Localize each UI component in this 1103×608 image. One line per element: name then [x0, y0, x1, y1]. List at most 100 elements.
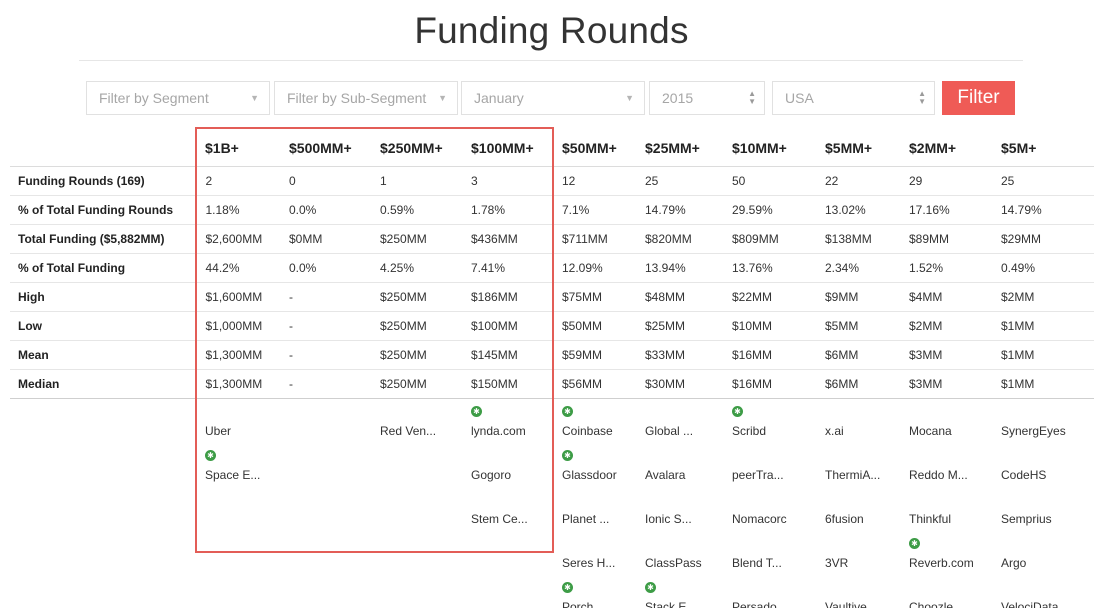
table-cell: $250MM	[370, 340, 461, 370]
company-name-link[interactable]: 3VR	[825, 556, 911, 570]
table-row: Total Funding ($5,882MM) $2,600MM $0MM $…	[10, 224, 1094, 254]
table-cell: $89MM	[899, 224, 991, 254]
row-label: High	[10, 282, 196, 312]
company-entry: x.ai	[825, 402, 911, 446]
table-cell: 0.0%	[279, 195, 370, 225]
company-column: Mocana Reddo M... Thinkful ✱ Reverb.com Chooz…	[909, 402, 995, 608]
company-name-link[interactable]: Argo	[1001, 556, 1087, 570]
company-name-link[interactable]: Nomacorc	[732, 512, 818, 526]
company-entry: Uber	[205, 402, 291, 446]
company-name-link[interactable]: x.ai	[825, 424, 911, 438]
table-cell: $10MM	[722, 311, 815, 341]
company-name-link[interactable]: Vaultive	[825, 600, 911, 608]
filter-bar: Filter by Segment ▼ Filter by Sub-Segmen…	[0, 81, 1103, 117]
company-name-link[interactable]: Ionic S...	[645, 512, 731, 526]
company-name-link[interactable]: peerTra...	[732, 468, 818, 482]
company-name-link[interactable]: Semprius	[1001, 512, 1087, 526]
table-cell: $4MM	[899, 282, 991, 312]
company-column: x.ai ThermiA... 6fusion 3VR Vaultive	[825, 402, 911, 608]
company-name-link[interactable]: Porch	[562, 600, 648, 608]
company-name-link[interactable]: Stem Ce...	[471, 512, 557, 526]
company-name-link[interactable]: Reverb.com	[909, 556, 995, 570]
company-name-link[interactable]: Blend T...	[732, 556, 818, 570]
funding-rounds-table: $1B+ $500MM+ $250MM+ $100MM+ $50MM+ $25M…	[10, 130, 1094, 399]
company-name-link[interactable]: VelociData	[1001, 600, 1087, 608]
company-entry: Blend T...	[732, 534, 818, 578]
table-cell: $250MM	[370, 311, 461, 341]
table-cell: $5MM	[815, 311, 899, 341]
company-entry: ✱ Scribd	[732, 402, 818, 446]
table-cell: $22MM	[722, 282, 815, 312]
company-name-link[interactable]: lynda.com	[471, 424, 557, 438]
company-name-link[interactable]: Planet ...	[562, 512, 648, 526]
table-cell: $145MM	[461, 340, 552, 370]
company-entry: Argo	[1001, 534, 1087, 578]
company-name-link[interactable]: Red Ven...	[380, 424, 466, 438]
table-cell: $48MM	[635, 282, 722, 312]
segment-select[interactable]: Filter by Segment ▼	[86, 81, 270, 115]
table-cell: $33MM	[635, 340, 722, 370]
company-entry: Gogoro	[471, 446, 557, 490]
company-entry: Avalara	[645, 446, 731, 490]
company-entry: Persado	[732, 578, 818, 608]
year-select[interactable]: 2015 ▲ ▼	[649, 81, 765, 115]
company-name-link[interactable]: Reddo M...	[909, 468, 995, 482]
company-entry: 6fusion	[825, 490, 911, 534]
table-cell: $250MM	[370, 369, 461, 399]
company-name-link[interactable]: Space E...	[205, 468, 291, 482]
company-name-link[interactable]: Seres H...	[562, 556, 648, 570]
company-name-link[interactable]: Avalara	[645, 468, 731, 482]
company-name-link[interactable]: Choozle	[909, 600, 995, 608]
table-cell: 25	[991, 166, 1094, 196]
company-entry: SynergEyes	[1001, 402, 1087, 446]
country-select[interactable]: USA ▲ ▼	[772, 81, 935, 115]
subsegment-select[interactable]: Filter by Sub-Segment ▼	[274, 81, 458, 115]
table-cell: 1	[370, 166, 461, 196]
table-cell: 1.18%	[195, 195, 279, 225]
table-cell: $3MM	[899, 340, 991, 370]
table-cell: $29MM	[991, 224, 1094, 254]
company-name-link[interactable]: Gogoro	[471, 468, 557, 482]
table-row: % of Total Funding 44.2% 0.0% 4.25% 7.41…	[10, 253, 1094, 283]
table-cell: 25	[635, 166, 722, 196]
table-cell: 29.59%	[722, 195, 815, 225]
company-name-link[interactable]: Coinbase	[562, 424, 648, 438]
company-entry: VelociData	[1001, 578, 1087, 608]
table-cell: 14.79%	[991, 195, 1094, 225]
company-name-link[interactable]: Thinkful	[909, 512, 995, 526]
company-name-link[interactable]: 6fusion	[825, 512, 911, 526]
table-cell: $2,600MM	[195, 224, 279, 254]
company-name-link[interactable]: Global ...	[645, 424, 731, 438]
company-entry: ✱ Space E...	[205, 446, 291, 490]
company-name-link[interactable]: Uber	[205, 424, 291, 438]
column-header: $5M+	[991, 130, 1094, 167]
table-cell: $186MM	[461, 282, 552, 312]
company-name-link[interactable]: Mocana	[909, 424, 995, 438]
company-entry: ✱ Glassdoor	[562, 446, 648, 490]
company-name-link[interactable]: Scribd	[732, 424, 818, 438]
company-name-link[interactable]: SynergEyes	[1001, 424, 1087, 438]
company-name-link[interactable]: CodeHS	[1001, 468, 1087, 482]
table-cell: $250MM	[370, 282, 461, 312]
table-cell: $59MM	[552, 340, 635, 370]
featured-badge-icon: ✱	[909, 538, 920, 549]
title-divider	[79, 60, 1023, 61]
month-select[interactable]: January ▼	[461, 81, 645, 115]
company-name-link[interactable]: ThermiA...	[825, 468, 911, 482]
table-header-empty	[10, 130, 195, 167]
row-label: Low	[10, 311, 196, 341]
company-entry: Stem Ce...	[471, 490, 557, 534]
company-entry: Mocana	[909, 402, 995, 446]
company-name-link[interactable]: ClassPass	[645, 556, 731, 570]
table-cell: 1.52%	[899, 253, 991, 283]
company-name-link[interactable]: Glassdoor	[562, 468, 648, 482]
column-header: $25MM+	[635, 130, 722, 167]
table-cell: 0.59%	[370, 195, 461, 225]
filter-button[interactable]: Filter	[942, 81, 1015, 115]
table-cell: 29	[899, 166, 991, 196]
company-lists: Uber ✱ Space E... Red Ven... ✱ lynda.com Gogor…	[10, 402, 1094, 608]
company-name-link[interactable]: Persado	[732, 600, 818, 608]
company-name-link[interactable]: Stack E...	[645, 600, 731, 608]
table-cell: $25MM	[635, 311, 722, 341]
table-cell: $1,300MM	[195, 340, 279, 370]
